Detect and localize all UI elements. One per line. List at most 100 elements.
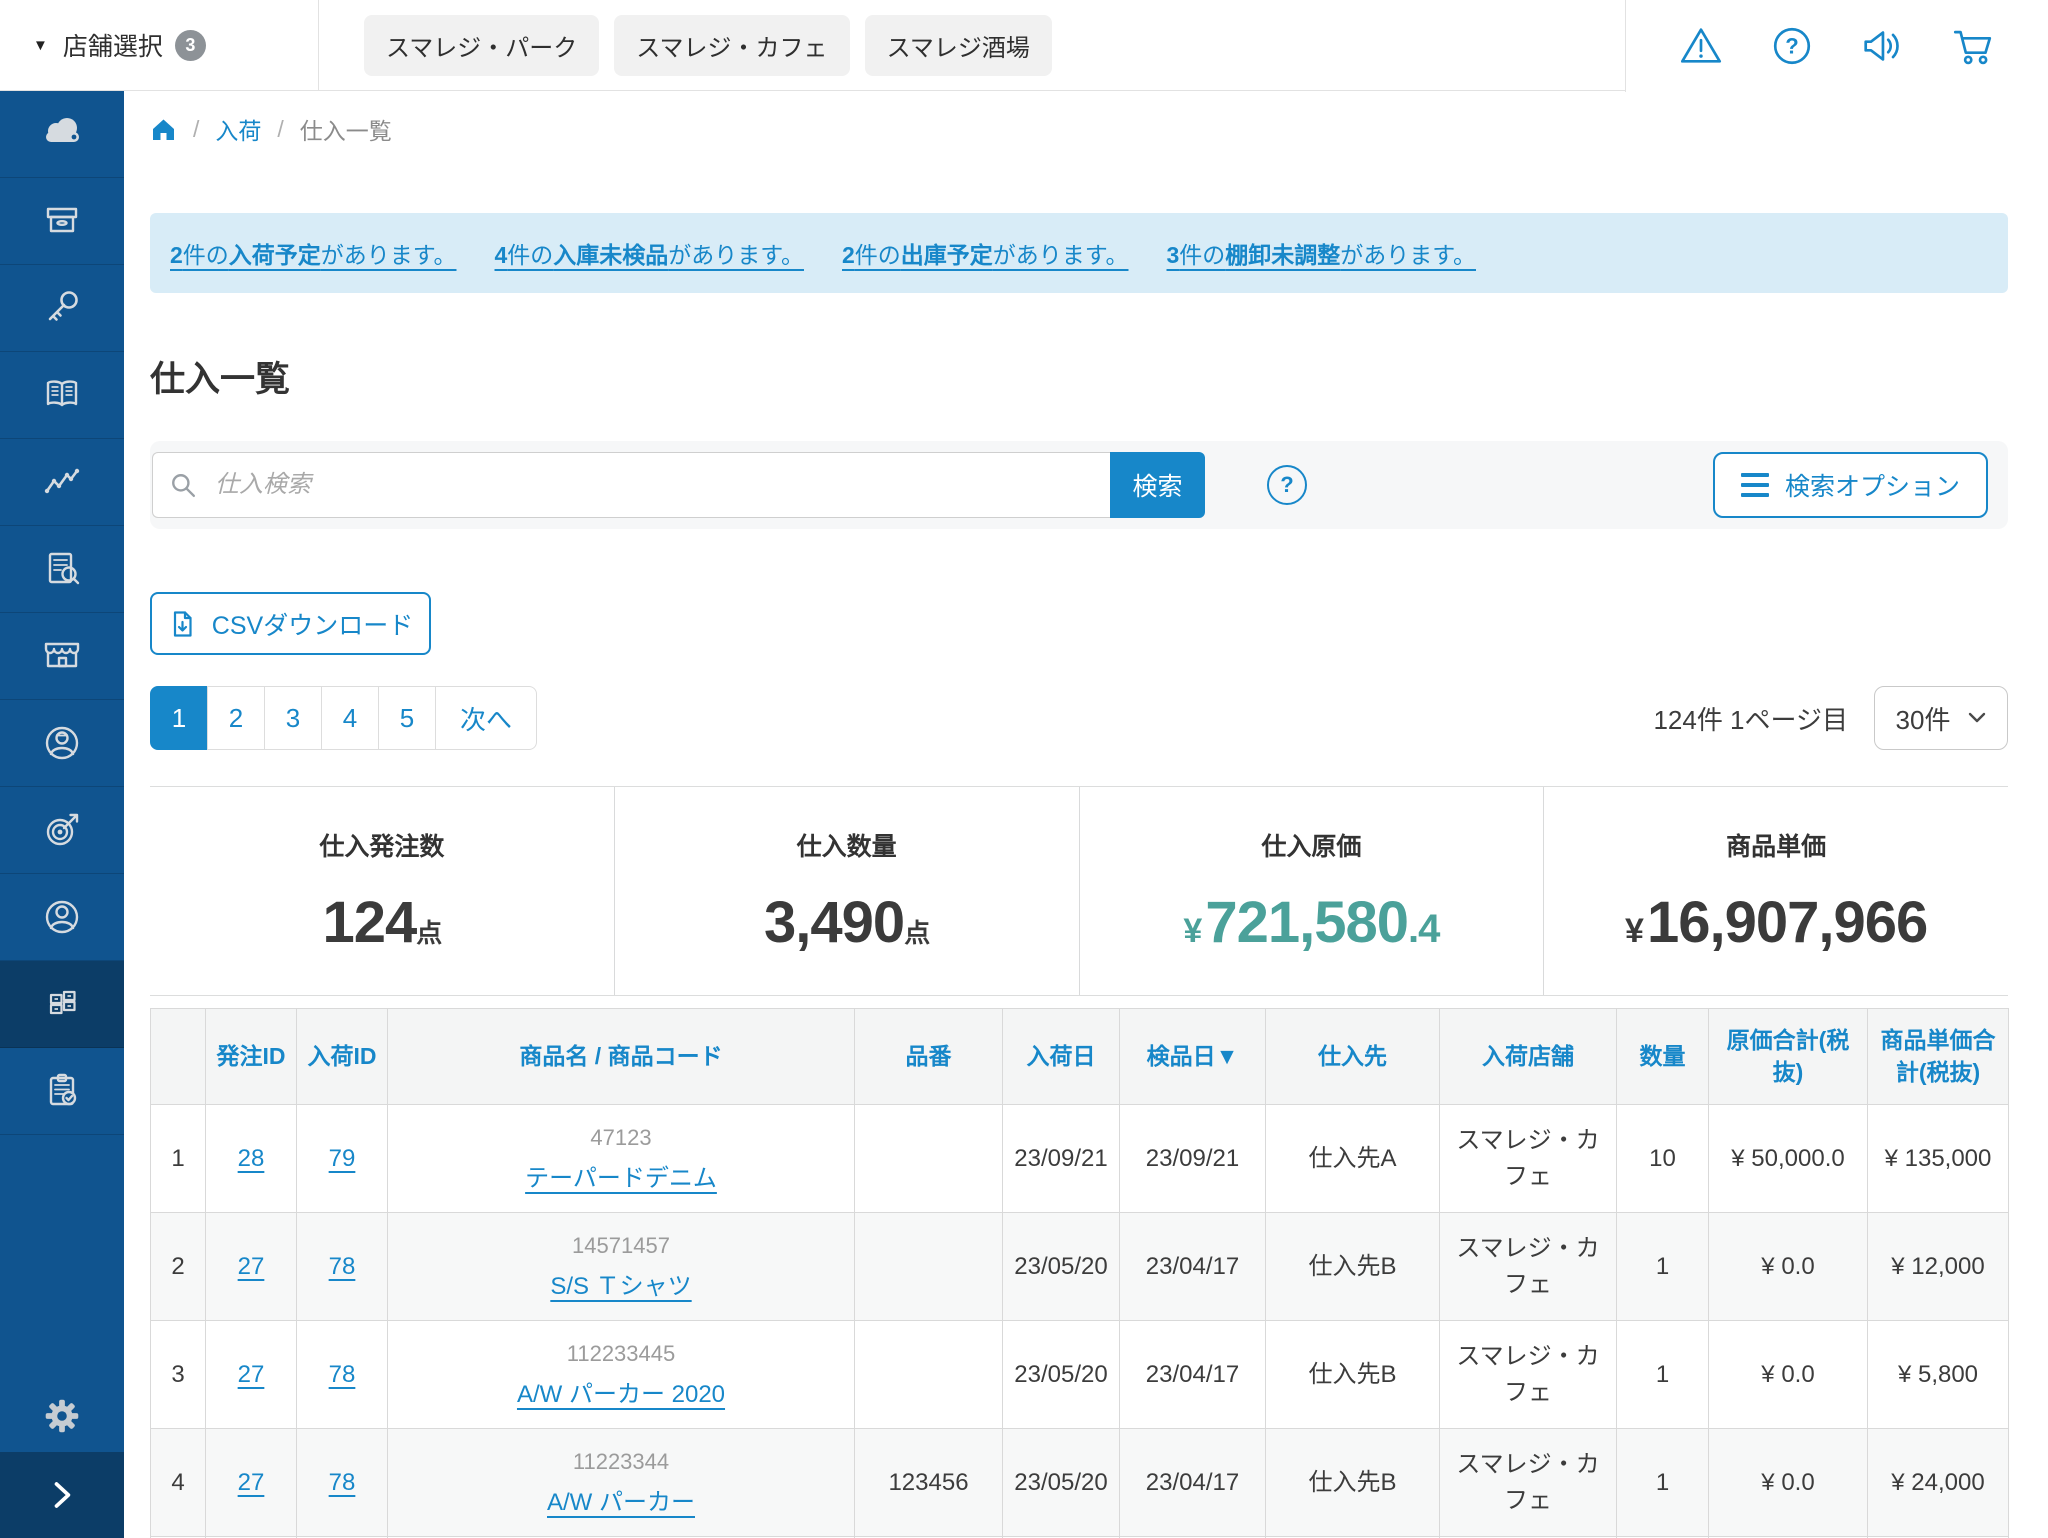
sidebar-item-settings[interactable] [0, 1380, 124, 1452]
sidebar-item-staff[interactable] [0, 874, 124, 961]
cost-total-cell: ¥ 0.0 [1709, 1429, 1868, 1537]
order-id-link[interactable]: 27 [238, 1469, 265, 1496]
arrival-id-link[interactable]: 78 [329, 1361, 356, 1388]
header-arrival-id[interactable]: 入荷ID [297, 1009, 388, 1105]
search-options-button[interactable]: 検索オプション [1713, 452, 1988, 518]
product-name-link[interactable]: テーパードデニム [525, 1165, 717, 1192]
product-name-link[interactable]: S/S Ｔシャツ [550, 1273, 691, 1300]
header-store[interactable]: 入荷店舗 [1440, 1009, 1617, 1105]
inspection-date-cell: 23/04/17 [1120, 1429, 1266, 1537]
header-product[interactable]: 商品名 / 商品コード [388, 1009, 855, 1105]
notice-link-shipping-plans[interactable]: 2件の出庫予定があります。 [842, 236, 1129, 270]
list-controls: 1 2 3 4 5 次へ 124件 1ページ目 30件 [150, 686, 2008, 750]
topbar-icon-group: ? [1625, 0, 2048, 92]
sidebar-item-home[interactable] [0, 91, 124, 178]
key-icon [38, 284, 86, 332]
notice-link-stocktake[interactable]: 3件の棚卸未調整があります。 [1167, 236, 1477, 270]
store-select-dropdown[interactable]: ▼ 店舗選択 3 [0, 0, 319, 90]
sidebar-item-inspection[interactable] [0, 1048, 124, 1135]
order-id-cell: 28 [206, 1105, 297, 1213]
sidebar-item-member[interactable] [0, 700, 124, 787]
order-id-cell: 27 [206, 1429, 297, 1537]
header-supplier[interactable]: 仕入先 [1266, 1009, 1440, 1105]
search-panel: 検索 ? 検索オプション [150, 441, 2008, 529]
store-chip-sakaba[interactable]: スマレジ酒場 [865, 15, 1052, 76]
row-number: 4 [151, 1429, 206, 1537]
order-id-link[interactable]: 27 [238, 1253, 265, 1280]
arrival-id-link[interactable]: 78 [329, 1253, 356, 1280]
result-count-info: 124件 1ページ目 [1653, 700, 1848, 737]
sidebar-item-report-search[interactable] [0, 526, 124, 613]
sidebar-item-store[interactable] [0, 613, 124, 700]
notice-link-arrival-plans[interactable]: 2件の入荷予定があります。 [170, 236, 457, 270]
notice-link-uninspected[interactable]: 4件の入庫未検品があります。 [495, 236, 805, 270]
header-cost-total[interactable]: 原価合計(税抜) [1709, 1009, 1868, 1105]
sidebar-item-menu-book[interactable] [0, 352, 124, 439]
sidebar-expand-toggle[interactable] [0, 1452, 124, 1538]
summary-card-quantity: 仕入数量 3,490点 [615, 787, 1079, 995]
report-search-icon [38, 545, 86, 593]
breadcrumb-separator: / [193, 116, 199, 143]
header-unit-price-total[interactable]: 商品単価合計(税抜) [1868, 1009, 2009, 1105]
page-button-3[interactable]: 3 [264, 686, 322, 750]
svg-text:?: ? [1785, 34, 1798, 59]
summary-cards: 仕入発注数 124点 仕入数量 3,490点 仕入原価 ¥721,580.4 商… [150, 786, 2008, 996]
store-icon [38, 632, 86, 680]
store-chip-park[interactable]: スマレジ・パーク [364, 15, 599, 76]
header-part-no[interactable]: 品番 [855, 1009, 1003, 1105]
sidebar-item-stock-drawers[interactable] [0, 961, 124, 1048]
product-name-link[interactable]: A/W パーカー 2020 [517, 1381, 725, 1408]
search-submit-button[interactable]: 検索 [1110, 452, 1205, 518]
header-arrival-date[interactable]: 入荷日 [1003, 1009, 1120, 1105]
unit-price-total-cell: ¥ 5,800 [1868, 1321, 2009, 1429]
cart-icon[interactable] [1950, 23, 1996, 69]
supplier-cell: 仕入先B [1266, 1429, 1440, 1537]
notification-bar: 2件の入荷予定があります。 4件の入庫未検品があります。 2件の出庫予定がありま… [150, 213, 2008, 293]
stock-drawers-icon [38, 980, 86, 1028]
sidebar-item-key[interactable] [0, 265, 124, 352]
product-name-link[interactable]: A/W パーカー [547, 1489, 695, 1516]
product-cell: 11223344 A/W パーカー [388, 1429, 855, 1537]
header-inspection-date-sorted[interactable]: 検品日▼ [1120, 1009, 1266, 1105]
page-button-4[interactable]: 4 [321, 686, 379, 750]
cost-total-cell: ¥ 0.0 [1709, 1213, 1868, 1321]
arrival-id-cell: 78 [297, 1321, 388, 1429]
arrival-id-link[interactable]: 79 [329, 1145, 356, 1172]
alert-icon[interactable] [1678, 23, 1724, 69]
search-input[interactable] [152, 452, 1110, 518]
summary-card-unit-price: 商品単価 ¥16,907,966 [1544, 787, 2008, 995]
order-id-link[interactable]: 27 [238, 1361, 265, 1388]
product-code: 112233445 [398, 1341, 844, 1367]
qty-cell: 10 [1617, 1105, 1709, 1213]
store-cell: スマレジ・カフェ [1440, 1213, 1617, 1321]
announcement-icon[interactable] [1859, 23, 1905, 69]
supplier-cell: 仕入先B [1266, 1213, 1440, 1321]
order-id-link[interactable]: 28 [238, 1145, 265, 1172]
csv-download-button[interactable]: CSVダウンロード [150, 592, 431, 655]
breadcrumb-current: 仕入一覧 [300, 112, 392, 146]
header-qty[interactable]: 数量 [1617, 1009, 1709, 1105]
page-title: 仕入一覧 [150, 351, 2008, 402]
csv-download-label: CSVダウンロード [212, 606, 413, 642]
header-order-id[interactable]: 発注ID [206, 1009, 297, 1105]
per-page-select[interactable]: 30件 [1874, 686, 2008, 750]
summary-card-cost: 仕入原価 ¥721,580.4 [1080, 787, 1544, 995]
order-id-cell: 27 [206, 1213, 297, 1321]
page-next-button[interactable]: 次へ [435, 686, 537, 750]
main-content: / 入荷 / 仕入一覧 2件の入荷予定があります。 4件の入庫未検品があります。… [124, 112, 2048, 1538]
page-button-1[interactable]: 1 [150, 686, 208, 750]
page-button-2[interactable]: 2 [207, 686, 265, 750]
breadcrumb-link-nyuka[interactable]: 入荷 [215, 112, 261, 146]
sidebar-item-target[interactable] [0, 787, 124, 874]
part-no-cell [855, 1321, 1003, 1429]
home-icon[interactable] [150, 116, 177, 143]
store-chip-cafe[interactable]: スマレジ・カフェ [614, 15, 849, 76]
part-no-cell [855, 1105, 1003, 1213]
help-icon[interactable]: ? [1769, 23, 1815, 69]
arrival-id-link[interactable]: 78 [329, 1469, 356, 1496]
search-help-icon[interactable]: ? [1267, 465, 1307, 505]
sidebar-item-analytics[interactable] [0, 439, 124, 526]
sidebar-item-inventory-box[interactable] [0, 178, 124, 265]
csv-file-icon [168, 609, 198, 639]
page-button-5[interactable]: 5 [378, 686, 436, 750]
